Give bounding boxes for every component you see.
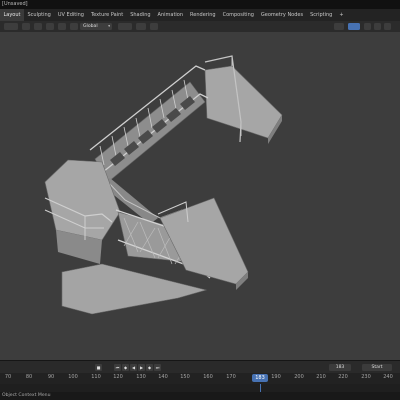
playhead-line — [260, 384, 261, 392]
window-title: [Unsaved] — [0, 0, 400, 9]
proportional-toggle-icon[interactable] — [150, 23, 158, 30]
tab-shading[interactable]: Shading — [127, 9, 154, 21]
jump-start-icon[interactable]: ⏮ — [114, 364, 121, 371]
tab-animation[interactable]: Animation — [154, 9, 187, 21]
ruler-tick: 140 — [158, 374, 168, 380]
ruler-tick: 130 — [136, 374, 146, 380]
solid-shading-icon[interactable] — [374, 23, 381, 30]
tab-scripting[interactable]: Scripting — [307, 9, 336, 21]
proportional-edit-icon[interactable] — [46, 23, 54, 30]
wireframe-shading-icon[interactable] — [364, 23, 371, 30]
chevron-down-icon: ▾ — [108, 24, 110, 28]
overlay-icon[interactable] — [334, 23, 344, 30]
cursor-icon[interactable] — [22, 23, 30, 30]
ruler-tick: 110 — [91, 374, 101, 380]
transform-orientation-label: Global — [83, 24, 98, 29]
start-frame-field[interactable]: Start — [362, 364, 392, 371]
ruler-tick: 210 — [316, 374, 326, 380]
tab-uv-editing[interactable]: UV Editing — [54, 9, 87, 21]
bottom-slab — [61, 263, 208, 315]
upper-landing — [204, 65, 283, 139]
ruler-tick: 200 — [294, 374, 304, 380]
ruler-tick: 240 — [383, 374, 393, 380]
stop-icon[interactable]: ■ — [95, 364, 102, 371]
start-label: Start — [371, 365, 383, 370]
ruler-tick: 120 — [113, 374, 123, 380]
status-bar: Object Context Menu — [0, 392, 400, 400]
status-text: Object Context Menu — [2, 393, 51, 398]
jump-end-icon[interactable]: ⏭ — [154, 364, 161, 371]
tab-layout[interactable]: Layout — [0, 9, 24, 21]
ruler-tick: 230 — [361, 374, 371, 380]
viewport-header: Global ▾ — [0, 21, 400, 32]
workspace-tabs: Layout Sculpting UV Editing Texture Pain… — [0, 9, 400, 21]
upper-stair-flight — [94, 81, 206, 183]
tab-geometry-nodes[interactable]: Geometry Nodes — [257, 9, 306, 21]
tab-sculpting[interactable]: Sculpting — [24, 9, 54, 21]
add-workspace-button[interactable]: + — [336, 9, 347, 21]
gizmo-icon[interactable] — [70, 23, 78, 30]
pivot-point-icon[interactable] — [118, 23, 132, 30]
transform-orientation-dropdown[interactable]: Global ▾ — [80, 23, 112, 30]
3d-viewport[interactable] — [0, 32, 400, 360]
play-icon[interactable]: ▶ — [138, 364, 145, 371]
snap-toggle-icon[interactable] — [136, 23, 146, 30]
playhead[interactable]: 183 — [252, 374, 268, 382]
tab-rendering[interactable]: Rendering — [187, 9, 220, 21]
tab-texture-paint[interactable]: Texture Paint — [87, 9, 126, 21]
staircase-model[interactable] — [0, 32, 400, 360]
snap-icon[interactable] — [34, 23, 42, 30]
xray-icon[interactable] — [348, 23, 360, 30]
ruler-tick: 190 — [271, 374, 281, 380]
ruler-tick: 160 — [203, 374, 213, 380]
timeline-header: ■ ⏮ ◆ ◀ ▶ ◆ ⏭ 183 Start — [0, 360, 400, 373]
ruler-tick: 100 — [68, 374, 78, 380]
prev-keyframe-icon[interactable]: ◆ — [122, 364, 129, 371]
keyframe-strip[interactable] — [0, 384, 400, 392]
material-preview-icon[interactable] — [384, 23, 391, 30]
visibility-icon[interactable] — [58, 23, 66, 30]
ruler-tick: 170 — [226, 374, 236, 380]
ruler-tick: 220 — [338, 374, 348, 380]
right-landing — [159, 197, 249, 285]
next-keyframe-icon[interactable]: ◆ — [146, 364, 153, 371]
ruler-tick: 70 — [4, 374, 12, 380]
object-mode-icon[interactable] — [4, 23, 18, 30]
ruler-tick: 80 — [25, 374, 33, 380]
ruler-tick: 150 — [180, 374, 190, 380]
frame-ruler[interactable]: 70 80 90 100 110 120 130 140 150 160 170… — [0, 373, 400, 384]
current-frame-field[interactable]: 183 — [329, 364, 351, 371]
play-reverse-icon[interactable]: ◀ — [130, 364, 137, 371]
tab-compositing[interactable]: Compositing — [219, 9, 257, 21]
ruler-tick: 90 — [47, 374, 55, 380]
